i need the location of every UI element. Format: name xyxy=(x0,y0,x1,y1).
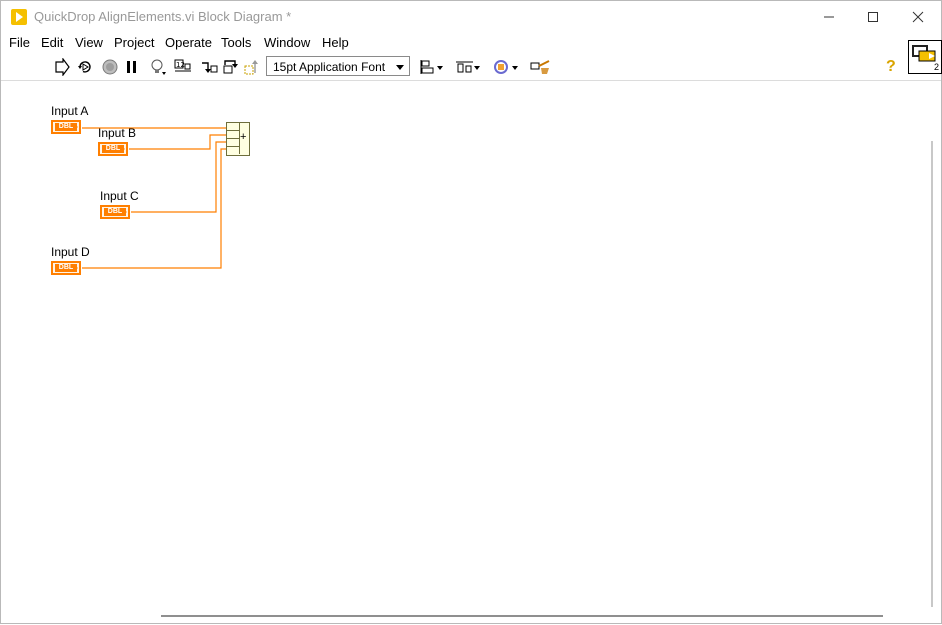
maximize-icon xyxy=(868,11,878,22)
title-bar[interactable]: QuickDrop AlignElements.vi Block Diagram… xyxy=(1,1,941,32)
menu-window[interactable]: Window xyxy=(264,35,310,50)
compound-input-row xyxy=(227,131,240,139)
distribute-objects-icon[interactable] xyxy=(455,58,481,76)
run-arrow-icon[interactable] xyxy=(53,58,71,76)
connector-pane-number: 2 xyxy=(933,62,939,72)
compound-input-row xyxy=(227,139,240,147)
clean-up-diagram-icon[interactable] xyxy=(529,58,551,76)
help-icon[interactable]: ? xyxy=(886,58,896,76)
maximize-button[interactable] xyxy=(850,1,896,32)
svg-text:12: 12 xyxy=(176,61,185,69)
vi-icon-connector-pane[interactable]: 2 xyxy=(908,40,942,74)
horizontal-scrollbar[interactable] xyxy=(161,615,883,617)
pause-icon[interactable] xyxy=(123,58,141,76)
minimize-icon xyxy=(824,16,834,17)
terminal-label-input-c: Input C xyxy=(100,189,139,203)
terminal-arrow-icon xyxy=(74,265,78,271)
font-select-value: 15pt Application Font xyxy=(273,60,386,74)
menu-tools[interactable]: Tools xyxy=(221,35,251,50)
abort-icon[interactable] xyxy=(101,58,119,76)
highlight-execution-icon[interactable] xyxy=(149,58,167,76)
compound-operator: + xyxy=(240,131,247,143)
vertical-scrollbar[interactable] xyxy=(931,141,933,607)
terminal-arrow-icon xyxy=(123,209,127,215)
retain-wire-values-icon[interactable]: 12 xyxy=(174,58,192,76)
minimize-button[interactable] xyxy=(806,1,852,32)
labview-window: QuickDrop AlignElements.vi Block Diagram… xyxy=(0,0,942,624)
menu-help[interactable]: Help xyxy=(322,35,349,50)
terminal-label-input-d: Input D xyxy=(51,245,90,259)
compound-input-row xyxy=(227,147,240,154)
block-diagram-canvas[interactable] xyxy=(2,81,925,608)
menu-project[interactable]: Project xyxy=(114,35,154,50)
compound-input-row xyxy=(227,123,240,131)
close-icon xyxy=(912,11,924,22)
step-over-icon[interactable] xyxy=(221,58,239,76)
toolbar: 12 15pt Application Font ? xyxy=(1,54,941,81)
menu-view[interactable]: View xyxy=(75,35,103,50)
reorder-icon[interactable] xyxy=(492,58,520,76)
step-into-icon[interactable] xyxy=(200,58,218,76)
terminal-input-b[interactable]: DBL xyxy=(98,142,128,156)
font-select[interactable]: 15pt Application Font xyxy=(266,56,410,76)
terminal-arrow-icon xyxy=(121,146,125,152)
terminal-arrow-icon xyxy=(74,124,78,130)
terminal-input-c[interactable]: DBL xyxy=(100,205,130,219)
close-button[interactable] xyxy=(895,1,941,32)
menu-operate[interactable]: Operate xyxy=(165,35,212,50)
align-objects-icon[interactable] xyxy=(419,58,445,76)
menu-edit[interactable]: Edit xyxy=(41,35,63,50)
terminal-label-input-a: Input A xyxy=(51,104,89,118)
run-continuously-icon[interactable] xyxy=(76,58,94,76)
menu-file[interactable]: File xyxy=(9,35,30,50)
chevron-down-icon xyxy=(396,65,404,70)
labview-app-icon xyxy=(11,9,27,25)
terminal-label-input-b: Input B xyxy=(98,126,137,140)
terminal-input-d[interactable]: DBL xyxy=(51,261,81,275)
window-title: QuickDrop AlignElements.vi Block Diagram… xyxy=(34,9,292,24)
terminal-input-a[interactable]: DBL xyxy=(51,120,81,134)
menu-bar: File Edit View Project Operate Tools Win… xyxy=(1,32,941,53)
step-out-icon[interactable] xyxy=(243,58,261,76)
compound-arithmetic-node[interactable]: + xyxy=(226,122,250,156)
